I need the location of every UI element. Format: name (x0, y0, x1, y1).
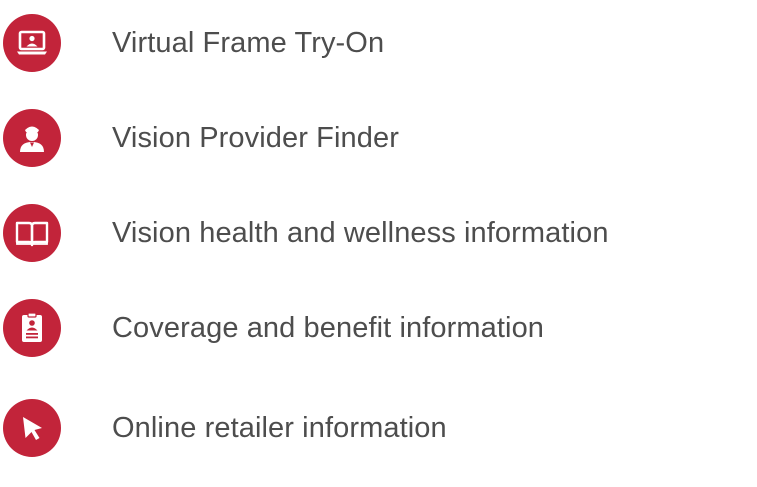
cursor-arrow-icon (3, 399, 61, 457)
feature-item-vision-health-info[interactable]: Vision health and wellness information (3, 201, 609, 265)
doctor-icon (3, 109, 61, 167)
feature-label: Online retailer information (112, 411, 447, 444)
feature-list: Virtual Frame Try-On Vision Provider Fin… (0, 0, 757, 487)
feature-label: Vision Provider Finder (112, 121, 399, 154)
feature-label: Vision health and wellness information (112, 216, 609, 249)
feature-item-virtual-frame-try-on[interactable]: Virtual Frame Try-On (3, 11, 384, 75)
open-book-icon (3, 204, 61, 262)
feature-item-coverage-benefit-info[interactable]: Coverage and benefit information (3, 296, 544, 360)
id-card-clipboard-icon (3, 299, 61, 357)
laptop-user-icon (3, 14, 61, 72)
feature-label: Virtual Frame Try-On (112, 26, 385, 59)
feature-item-vision-provider-finder[interactable]: Vision Provider Finder (3, 106, 399, 170)
feature-item-online-retailer-info[interactable]: Online retailer information (3, 396, 447, 460)
feature-label: Coverage and benefit information (112, 311, 545, 344)
